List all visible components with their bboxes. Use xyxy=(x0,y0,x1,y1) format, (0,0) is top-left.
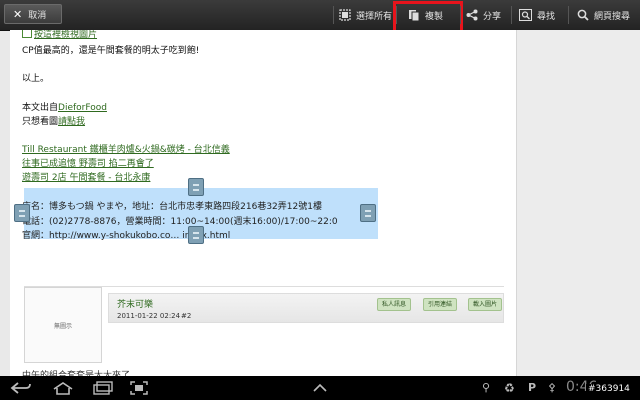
text-selection-action-bar: ✕ 取消 選擇所有 複製 分享 尋找 網頁搜尋 xyxy=(0,0,640,33)
view-photo-link[interactable]: 按這裡檢視圖片 xyxy=(34,30,97,40)
screenshot-icon[interactable] xyxy=(130,381,148,395)
handle-grip xyxy=(193,184,199,186)
quote-link-button[interactable]: 引用連結 xyxy=(423,298,458,311)
separator xyxy=(568,6,569,24)
search-icon xyxy=(577,9,589,21)
share-label: 分享 xyxy=(483,11,502,22)
selected-text-line: 店名：博多もつ鍋 やまや，地址：台北市忠孝東路四段216巷32弄12號1樓 xyxy=(22,202,322,212)
handle-grip xyxy=(365,215,371,217)
recent-apps-icon[interactable] xyxy=(92,381,114,395)
selected-text-line: 電話：(02)2778-8876，營業時間：11:00~14:00(週末16:0… xyxy=(22,217,338,227)
select-all-label: 選擇所有 xyxy=(356,11,393,22)
related-post-link[interactable]: 往事已成追憶 野壽司 掐二再會了 xyxy=(22,156,154,169)
image-icon xyxy=(22,30,32,38)
handle-grip xyxy=(19,210,25,212)
cancel-button[interactable]: ✕ 取消 xyxy=(4,4,62,24)
handle-grip xyxy=(19,215,25,217)
related-post-link[interactable]: Till Restaurant 鐵櫃羊肉爐&火鍋&碳烤 - 台北信義 xyxy=(22,142,230,155)
select-all-icon xyxy=(339,9,351,21)
paragraph-text: CP值最高的，還是午間套餐的明太子吃到飽! xyxy=(22,46,200,56)
home-icon[interactable] xyxy=(52,381,74,395)
usb-debug-icon: ⚴ xyxy=(548,381,557,394)
load-images-button[interactable]: 載入圖片 xyxy=(468,298,503,311)
handle-grip xyxy=(193,189,199,191)
separator xyxy=(460,6,461,24)
web-search-button[interactable]: 網頁搜尋 xyxy=(577,0,630,30)
recycle-icon: ♻ xyxy=(504,381,515,395)
separator xyxy=(333,6,334,24)
source-link[interactable]: DieforFood xyxy=(58,103,107,113)
system-navigation-bar: ⚲ ♻ P ⚴ 0:46 #363914 xyxy=(0,376,640,400)
copy-highlight-box xyxy=(393,1,463,33)
find-label: 尋找 xyxy=(537,11,556,22)
avatar: 無圖示 xyxy=(24,287,102,363)
find-on-page-icon xyxy=(519,9,532,21)
selection-handle-bottom[interactable] xyxy=(188,226,204,244)
page-margin xyxy=(516,30,640,376)
web-content: 按這裡檢視圖片 CP值最高的，還是午間套餐的明太子吃到飽! 以上。 本文出自Di… xyxy=(10,30,516,376)
post-author[interactable]: 芥末可樂 xyxy=(117,297,153,310)
cancel-label: 取消 xyxy=(28,10,47,21)
related-post-link[interactable]: 遊壽司 2店 午間套餐 - 台北永康 xyxy=(22,170,150,183)
select-all-button[interactable]: 選擇所有 xyxy=(339,0,392,30)
pictures-link[interactable]: 請點我 xyxy=(58,117,85,127)
image-watermark: #363914 xyxy=(586,384,632,394)
source-prefix: 本文出自 xyxy=(22,103,59,113)
photo-link-row[interactable]: 按這裡檢視圖片 xyxy=(22,30,97,40)
selection-handle-right[interactable] xyxy=(360,204,376,222)
avatar-placeholder-text: 無圖示 xyxy=(53,322,72,330)
pictures-prefix: 只想看圖 xyxy=(22,117,59,127)
handle-grip xyxy=(365,210,371,212)
share-button[interactable]: 分享 xyxy=(466,0,501,30)
handle-grip xyxy=(193,232,199,234)
separator xyxy=(511,6,512,24)
post-header: 芥末可樂 2011-01-22 02:24 #2 私人訊息 引用連結 載入圖片 xyxy=(108,293,504,323)
forum-reply: 無圖示 芥末可樂 2011-01-22 02:24 #2 私人訊息 引用連結 載… xyxy=(24,286,504,369)
handle-grip xyxy=(193,237,199,239)
web-search-label: 網頁搜尋 xyxy=(594,11,631,22)
source-line: 本文出自DieforFood xyxy=(22,100,107,113)
share-icon xyxy=(466,9,478,21)
find-button[interactable]: 尋找 xyxy=(519,0,555,30)
close-icon: ✕ xyxy=(13,7,23,21)
back-icon[interactable] xyxy=(10,381,32,395)
post-number: #2 xyxy=(181,312,192,320)
private-message-button[interactable]: 私人訊息 xyxy=(377,298,412,311)
paragraph-text: 以上。 xyxy=(22,74,50,84)
pictures-line: 只想看圖請點我 xyxy=(22,114,85,127)
chevron-up-icon[interactable] xyxy=(312,383,328,393)
selection-handle-left[interactable] xyxy=(14,204,30,222)
selection-handle-top[interactable] xyxy=(188,178,204,196)
post-date: 2011-01-22 02:24 xyxy=(117,312,181,320)
parking-icon: P xyxy=(528,381,537,394)
post-body-text: 中午的組合套套是太太來了 ... xyxy=(22,371,142,376)
usb-icon: ⚲ xyxy=(482,381,491,394)
